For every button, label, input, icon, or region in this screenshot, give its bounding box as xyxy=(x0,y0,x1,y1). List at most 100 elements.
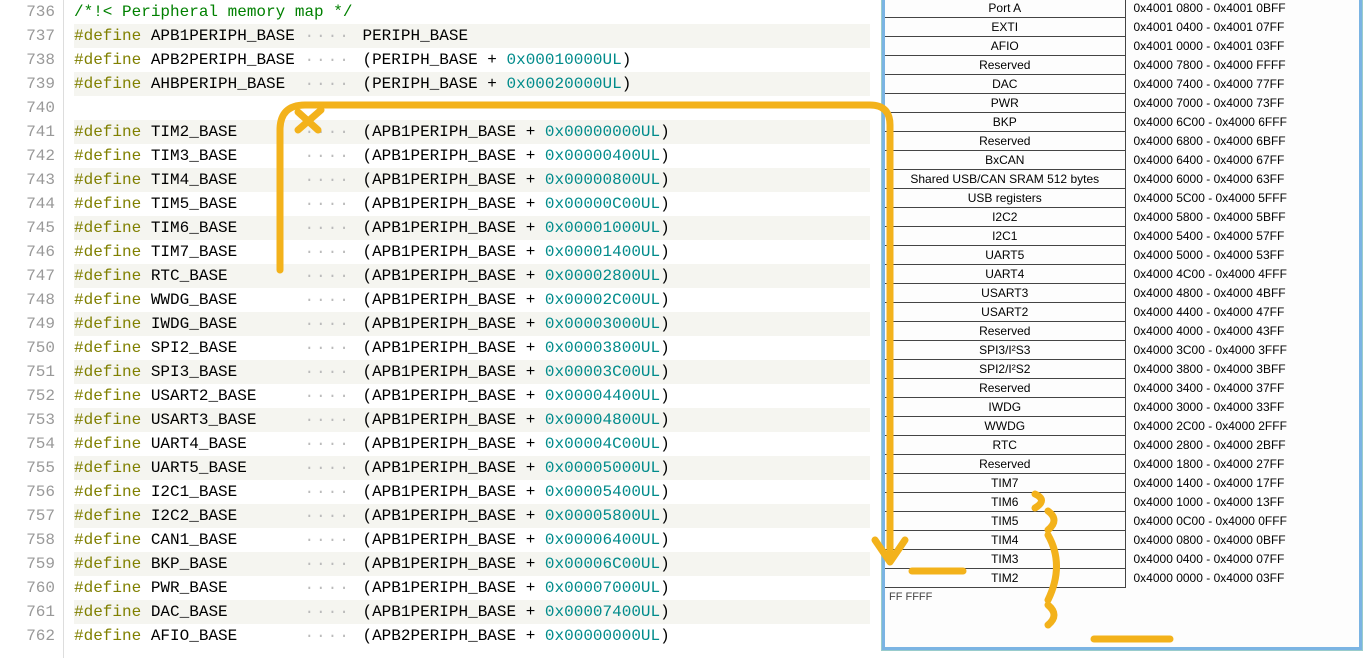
line-number: 743 xyxy=(0,168,55,192)
define-keyword: #define xyxy=(74,387,141,405)
macro-value: (APB1PERIPH_BASE + 0x00006400UL) xyxy=(362,531,669,549)
peripheral-name: RTC xyxy=(885,436,1125,455)
macro-name: PWR_BASE xyxy=(151,579,305,597)
address-range: 0x4001 0800 - 0x4001 0BFF xyxy=(1125,0,1359,18)
peripheral-name: Reserved xyxy=(885,322,1125,341)
memory-map-row: UART40x4000 4C00 - 0x4000 4FFF xyxy=(885,265,1359,284)
code-line[interactable]: #define I2C1_BASE ···· (APB1PERIPH_BASE … xyxy=(74,480,870,504)
comment-text: /*!< Peripheral memory map */ xyxy=(74,3,352,21)
code-line[interactable]: #define AHBPERIPH_BASE ···· (PERIPH_BASE… xyxy=(74,72,870,96)
line-number: 739 xyxy=(0,72,55,96)
address-range: 0x4001 0400 - 0x4001 07FF xyxy=(1125,18,1359,37)
memory-map-row: EXTI0x4001 0400 - 0x4001 07FF xyxy=(885,18,1359,37)
line-number: 759 xyxy=(0,552,55,576)
line-number: 756 xyxy=(0,480,55,504)
define-keyword: #define xyxy=(74,195,141,213)
line-number: 752 xyxy=(0,384,55,408)
memory-map-row: Reserved0x4000 7800 - 0x4000 FFFF xyxy=(885,56,1359,75)
address-range: 0x4000 3000 - 0x4000 33FF xyxy=(1125,398,1359,417)
macro-value: (APB1PERIPH_BASE + 0x00001000UL) xyxy=(362,219,669,237)
macro-name: BKP_BASE xyxy=(151,555,305,573)
macro-value: (APB1PERIPH_BASE + 0x00004800UL) xyxy=(362,411,669,429)
code-line[interactable]: /*!< Peripheral memory map */ xyxy=(74,0,870,24)
macro-value: (APB1PERIPH_BASE + 0x00005000UL) xyxy=(362,459,669,477)
macro-value: (APB1PERIPH_BASE + 0x00006C00UL) xyxy=(362,555,669,573)
code-line[interactable]: #define TIM4_BASE ···· (APB1PERIPH_BASE … xyxy=(74,168,870,192)
address-range: 0x4000 7400 - 0x4000 77FF xyxy=(1125,75,1359,94)
code-line[interactable]: #define TIM2_BASE ···· (APB1PERIPH_BASE … xyxy=(74,120,870,144)
address-range: 0x4000 6C00 - 0x4000 6FFF xyxy=(1125,113,1359,132)
code-line[interactable]: #define UART4_BASE ···· (APB1PERIPH_BASE… xyxy=(74,432,870,456)
whitespace-dots: ···· xyxy=(304,75,362,93)
peripheral-name: USART3 xyxy=(885,284,1125,303)
macro-name: CAN1_BASE xyxy=(151,531,305,549)
macro-value: (APB1PERIPH_BASE + 0x00005400UL) xyxy=(362,483,669,501)
code-line[interactable]: #define SPI2_BASE ···· (APB1PERIPH_BASE … xyxy=(74,336,870,360)
code-line[interactable]: #define TIM7_BASE ···· (APB1PERIPH_BASE … xyxy=(74,240,870,264)
code-line[interactable] xyxy=(74,96,870,120)
memory-map-row: USART30x4000 4800 - 0x4000 4BFF xyxy=(885,284,1359,303)
line-number: 754 xyxy=(0,432,55,456)
code-line[interactable]: #define UART5_BASE ···· (APB1PERIPH_BASE… xyxy=(74,456,870,480)
code-line[interactable]: #define BKP_BASE ···· (APB1PERIPH_BASE +… xyxy=(74,552,870,576)
memory-map-row: USART20x4000 4400 - 0x4000 47FF xyxy=(885,303,1359,322)
address-range: 0x4000 4000 - 0x4000 43FF xyxy=(1125,322,1359,341)
macro-name: RTC_BASE xyxy=(151,267,305,285)
whitespace-dots: ···· xyxy=(304,435,362,453)
whitespace-dots: ···· xyxy=(304,531,362,549)
code-line[interactable]: #define TIM6_BASE ···· (APB1PERIPH_BASE … xyxy=(74,216,870,240)
whitespace-dots: ···· xyxy=(304,339,362,357)
code-line[interactable]: #define RTC_BASE ···· (APB1PERIPH_BASE +… xyxy=(74,264,870,288)
memory-map-row: I2C10x4000 5400 - 0x4000 57FF xyxy=(885,227,1359,246)
peripheral-name: USB registers xyxy=(885,189,1125,208)
macro-value: (PERIPH_BASE + 0x00010000UL) xyxy=(362,51,631,69)
code-line[interactable]: #define PWR_BASE ···· (APB1PERIPH_BASE +… xyxy=(74,576,870,600)
macro-value: (APB1PERIPH_BASE + 0x00007400UL) xyxy=(362,603,669,621)
address-range: 0x4000 2C00 - 0x4000 2FFF xyxy=(1125,417,1359,436)
code-line[interactable]: #define TIM5_BASE ···· (APB1PERIPH_BASE … xyxy=(74,192,870,216)
memory-map-row: Reserved0x4000 4000 - 0x4000 43FF xyxy=(885,322,1359,341)
define-keyword: #define xyxy=(74,171,141,189)
whitespace-dots: ···· xyxy=(304,27,362,45)
code-area[interactable]: /*!< Peripheral memory map */ #define APB… xyxy=(64,0,870,658)
address-range: 0x4000 4800 - 0x4000 4BFF xyxy=(1125,284,1359,303)
address-range: 0x4000 0800 - 0x4000 0BFF xyxy=(1125,531,1359,550)
define-keyword: #define xyxy=(74,435,141,453)
code-line[interactable]: #define USART2_BASE ···· (APB1PERIPH_BAS… xyxy=(74,384,870,408)
memory-map-row: Port A0x4001 0800 - 0x4001 0BFF xyxy=(885,0,1359,18)
peripheral-name: Port A xyxy=(885,0,1125,18)
code-line[interactable]: #define SPI3_BASE ···· (APB1PERIPH_BASE … xyxy=(74,360,870,384)
address-range: 0x4000 6400 - 0x4000 67FF xyxy=(1125,151,1359,170)
code-line[interactable]: #define TIM3_BASE ···· (APB1PERIPH_BASE … xyxy=(74,144,870,168)
code-line[interactable]: #define DAC_BASE ···· (APB1PERIPH_BASE +… xyxy=(74,600,870,624)
code-line[interactable]: #define IWDG_BASE ···· (APB1PERIPH_BASE … xyxy=(74,312,870,336)
address-range: 0x4000 5C00 - 0x4000 5FFF xyxy=(1125,189,1359,208)
line-number: 751 xyxy=(0,360,55,384)
peripheral-name: DAC xyxy=(885,75,1125,94)
code-editor[interactable]: 7367377387397407417427437447457467477487… xyxy=(0,0,870,658)
address-range: 0x4000 7000 - 0x4000 73FF xyxy=(1125,94,1359,113)
address-range: 0x4000 1000 - 0x4000 13FF xyxy=(1125,493,1359,512)
macro-value: (APB2PERIPH_BASE + 0x00000000UL) xyxy=(362,627,669,645)
whitespace-dots: ···· xyxy=(304,171,362,189)
memory-map-row: SPI2/I²S20x4000 3800 - 0x4000 3BFF xyxy=(885,360,1359,379)
code-line[interactable]: #define APB2PERIPH_BASE ···· (PERIPH_BAS… xyxy=(74,48,870,72)
code-line[interactable]: #define USART3_BASE ···· (APB1PERIPH_BAS… xyxy=(74,408,870,432)
peripheral-name: TIM2 xyxy=(885,569,1125,588)
define-keyword: #define xyxy=(74,627,141,645)
code-line[interactable]: #define CAN1_BASE ···· (APB1PERIPH_BASE … xyxy=(74,528,870,552)
macro-value: (APB1PERIPH_BASE + 0x00000000UL) xyxy=(362,123,669,141)
memory-map-row: Reserved0x4000 3400 - 0x4000 37FF xyxy=(885,379,1359,398)
define-keyword: #define xyxy=(74,411,141,429)
macro-name: WWDG_BASE xyxy=(151,291,305,309)
peripheral-name: I2C2 xyxy=(885,208,1125,227)
peripheral-name: BKP xyxy=(885,113,1125,132)
memory-map-row: Reserved0x4000 6800 - 0x4000 6BFF xyxy=(885,132,1359,151)
macro-name: UART5_BASE xyxy=(151,459,305,477)
code-line[interactable]: #define I2C2_BASE ···· (APB1PERIPH_BASE … xyxy=(74,504,870,528)
macro-value: (APB1PERIPH_BASE + 0x00000400UL) xyxy=(362,147,669,165)
code-line[interactable]: #define WWDG_BASE ···· (APB1PERIPH_BASE … xyxy=(74,288,870,312)
code-line[interactable]: #define APB1PERIPH_BASE ···· PERIPH_BASE xyxy=(74,24,870,48)
whitespace-dots: ···· xyxy=(304,627,362,645)
code-line[interactable]: #define AFIO_BASE ···· (APB2PERIPH_BASE … xyxy=(74,624,870,648)
